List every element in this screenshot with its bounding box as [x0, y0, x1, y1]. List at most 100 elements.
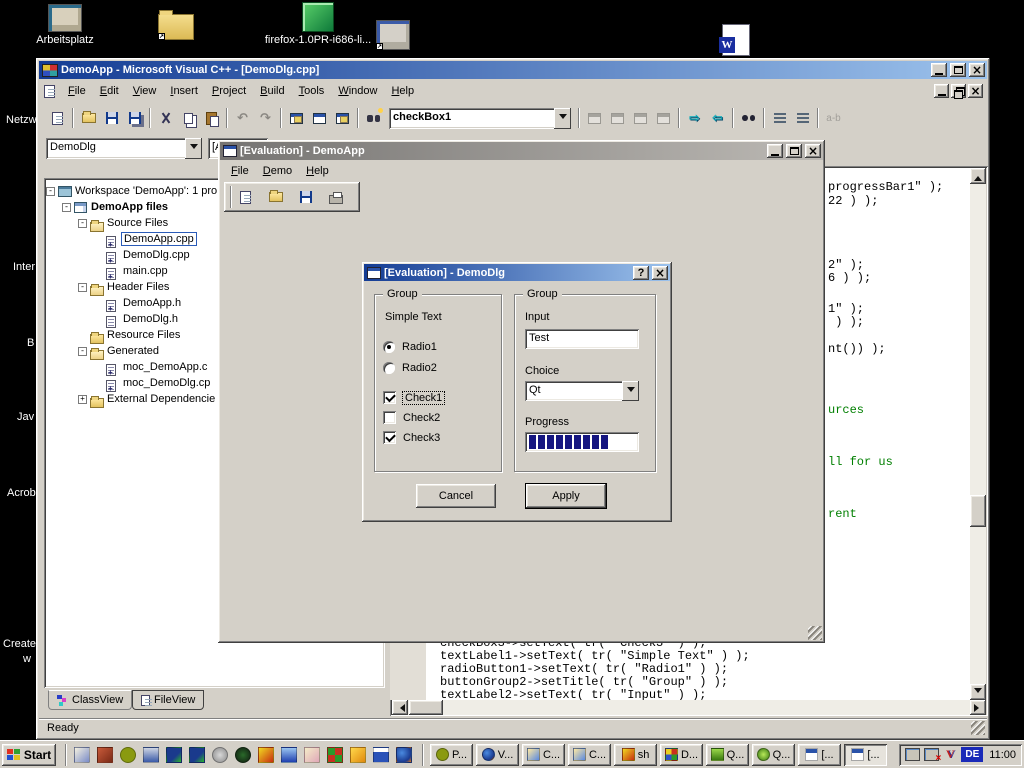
save-icon[interactable] [294, 186, 317, 208]
taskbar-task-Q[interactable]: Q... [706, 744, 749, 766]
taskbar-task-D[interactable]: D... [660, 744, 703, 766]
cascade-pane-icon[interactable] [331, 107, 354, 129]
member-next-icon[interactable] [606, 107, 629, 129]
cancel-button[interactable]: Cancel [416, 484, 496, 508]
network-error-icon[interactable] [924, 748, 939, 761]
close-button[interactable]: × [652, 266, 668, 280]
quicklaunch-timer-icon[interactable] [120, 747, 136, 763]
menu-help[interactable]: Help [384, 83, 421, 99]
mdi-minimize-button[interactable] [934, 84, 949, 98]
apply-button[interactable]: Apply [526, 484, 606, 508]
tab-fileview[interactable]: FileView [132, 690, 204, 710]
tab-classview[interactable]: ClassView [48, 690, 132, 710]
language-badge[interactable]: DE [961, 747, 983, 762]
mdi-close-button[interactable]: × [968, 84, 983, 98]
ab-toggle-icon[interactable]: a-b [822, 107, 845, 129]
dialog-titlebar[interactable]: [Evaluation] - DemoDlg ? × [364, 264, 670, 281]
go-forward-icon[interactable]: ⇨ [683, 107, 706, 129]
quicklaunch-mail-icon[interactable] [304, 747, 320, 763]
scroll-track[interactable] [970, 184, 986, 684]
taskbar-task-Q[interactable]: Q... [752, 744, 795, 766]
checkbox-check2[interactable]: Check2 [383, 411, 440, 424]
taskbar-task-window[interactable]: [... [844, 744, 887, 766]
member-down-icon[interactable] [652, 107, 675, 129]
close-button[interactable]: × [805, 144, 821, 158]
menu-tools[interactable]: Tools [292, 83, 332, 99]
member-up-icon[interactable] [629, 107, 652, 129]
quicklaunch-pinwheel-icon[interactable] [327, 747, 343, 763]
new-file-icon[interactable] [234, 186, 257, 208]
editor-vscrollbar[interactable] [970, 168, 986, 700]
taskbar-task-C[interactable]: C... [522, 744, 565, 766]
quicklaunch-desktop-icon[interactable] [143, 747, 159, 763]
paste-icon[interactable] [200, 107, 223, 129]
resize-grip[interactable] [971, 721, 985, 735]
quicklaunch-editor-icon[interactable] [74, 747, 90, 763]
combo-dropdown-button[interactable] [622, 381, 639, 401]
quicklaunch-calculator-icon[interactable] [281, 747, 297, 763]
demoapp-menu-help[interactable]: Help [299, 163, 336, 179]
find-icon[interactable] [737, 107, 760, 129]
tree-expander[interactable]: - [78, 347, 87, 356]
redo-icon[interactable]: ↷ [254, 107, 277, 129]
desktop-icon-my-computer[interactable]: Arbeitsplatz [30, 4, 100, 46]
scroll-left-button[interactable] [392, 700, 408, 715]
radio-circle[interactable] [383, 362, 395, 374]
open-icon[interactable] [264, 186, 287, 208]
maximize-button[interactable] [950, 63, 966, 77]
minimize-button[interactable] [931, 63, 947, 77]
desktop-icon-monitor[interactable]: ↗ [376, 20, 416, 50]
minimize-button[interactable] [767, 144, 783, 158]
class-combo[interactable]: DemoDlg [46, 138, 202, 159]
menu-insert[interactable]: Insert [163, 83, 205, 99]
combo-dropdown-button[interactable] [185, 138, 202, 159]
quicklaunch-users-a-icon[interactable] [166, 747, 182, 763]
wizard-pane-icon[interactable] [308, 107, 331, 129]
new-file-icon[interactable] [46, 107, 69, 129]
demoapp-resize-grip[interactable] [808, 626, 822, 640]
mdi-document-icon[interactable] [44, 85, 55, 98]
mdi-restore-button[interactable] [951, 84, 966, 98]
save-all-icon[interactable] [123, 107, 146, 129]
tree-expander[interactable]: + [78, 395, 87, 404]
save-icon[interactable] [100, 107, 123, 129]
undo-icon[interactable]: ↶ [231, 107, 254, 129]
checkbox-box[interactable] [383, 431, 396, 444]
member-prev-icon[interactable] [583, 107, 606, 129]
scroll-right-button[interactable] [970, 700, 986, 715]
quicklaunch-grid-icon[interactable] [373, 747, 389, 763]
combo-dropdown-button[interactable] [554, 108, 571, 129]
indent-increase-icon[interactable] [791, 107, 814, 129]
open-icon[interactable] [77, 107, 100, 129]
checkbox-check3[interactable]: Check3 [383, 431, 440, 444]
scroll-thumb[interactable] [409, 700, 443, 715]
scroll-track[interactable] [408, 700, 970, 715]
checkbox-box[interactable] [383, 411, 396, 424]
scroll-up-button[interactable] [970, 168, 986, 184]
taskbar-task-V[interactable]: V... [476, 744, 519, 766]
network-icon[interactable] [905, 748, 920, 761]
copy-icon[interactable] [177, 107, 200, 129]
menu-file[interactable]: File [61, 83, 93, 99]
indent-decrease-icon[interactable] [768, 107, 791, 129]
close-button[interactable]: × [969, 63, 985, 77]
desktop-icon-folder[interactable]: ↗ [158, 14, 198, 40]
cut-icon[interactable] [154, 107, 177, 129]
wizardbar-member-combo[interactable]: checkBox1 [389, 108, 571, 129]
tree-expander[interactable]: - [62, 203, 71, 212]
scroll-down-button[interactable] [970, 684, 986, 700]
maximize-button[interactable] [786, 144, 802, 158]
choice-combo[interactable]: Qt [525, 381, 639, 401]
taskbar-task-sh[interactable]: sh [614, 744, 657, 766]
demoapp-menu-file[interactable]: File [224, 163, 256, 179]
quicklaunch-users-b-icon[interactable] [189, 747, 205, 763]
menu-project[interactable]: Project [205, 83, 253, 99]
desktop-icon-firefox-installer[interactable]: firefox-1.0PR-i686-li... [258, 2, 378, 46]
tree-expander[interactable]: - [46, 187, 55, 196]
checkbox-check1[interactable]: Check1 [383, 391, 444, 404]
workspace-pane-icon[interactable] [285, 107, 308, 129]
menu-window[interactable]: Window [331, 83, 384, 99]
quicklaunch-package-icon[interactable] [97, 747, 113, 763]
scroll-thumb[interactable] [970, 495, 986, 527]
antivirus-icon[interactable]: V [943, 747, 957, 762]
